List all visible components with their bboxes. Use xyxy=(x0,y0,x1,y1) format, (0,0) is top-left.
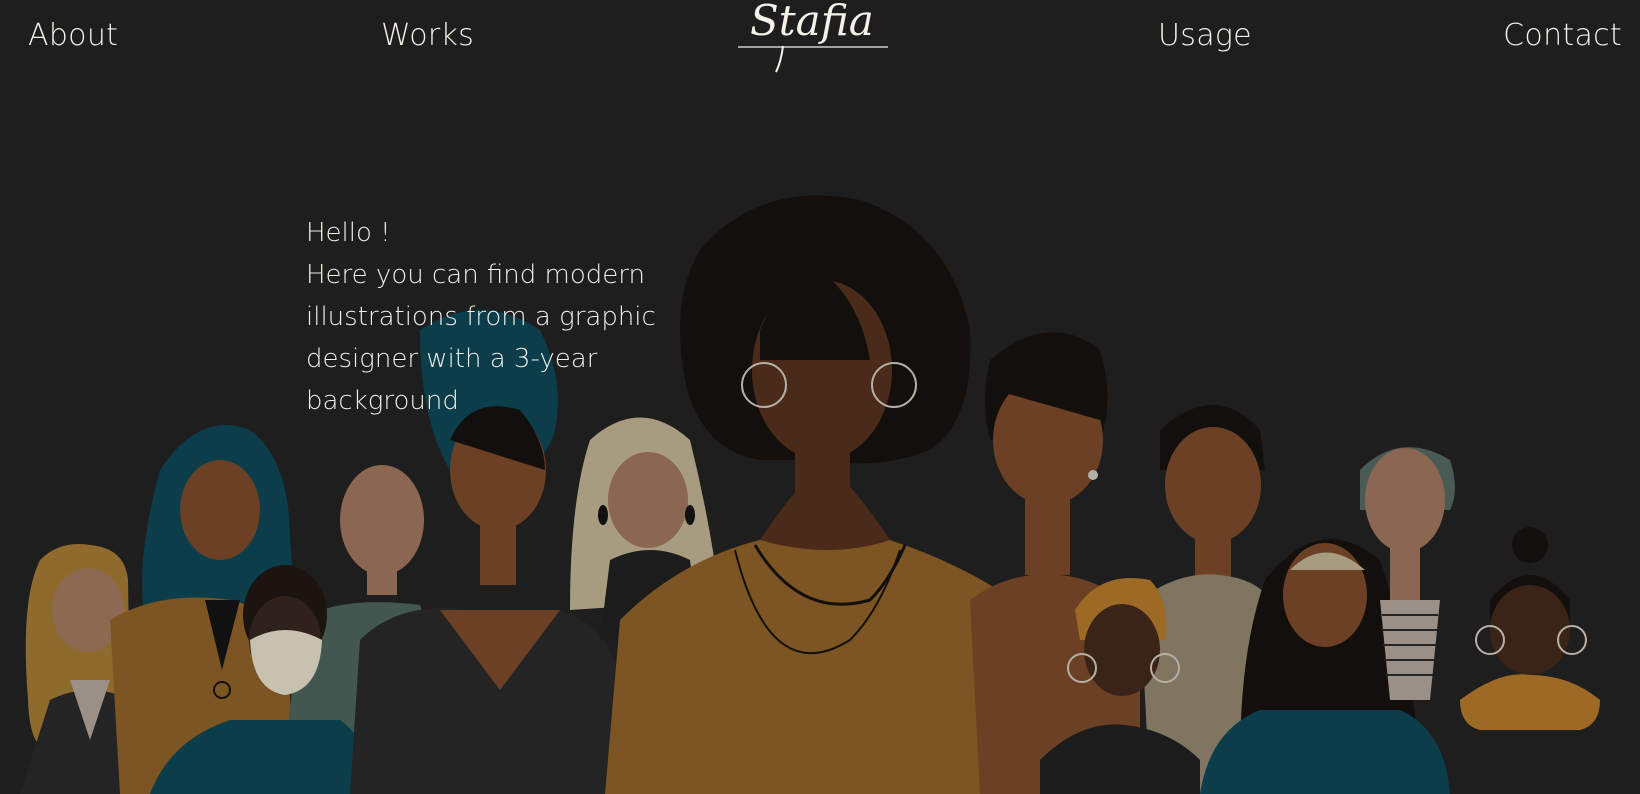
logo-underline-icon xyxy=(738,45,888,73)
nav-works-link[interactable]: Works xyxy=(381,18,474,53)
nav-contact-link[interactable]: Contact xyxy=(1503,18,1622,53)
intro-text: Hello ! Here you can find modern illustr… xyxy=(306,212,666,422)
site-logo[interactable]: Stafia xyxy=(736,0,890,74)
intro-body: Here you can find modern illustrations f… xyxy=(306,260,656,416)
nav-usage-link[interactable]: Usage xyxy=(1158,18,1252,53)
intro-greeting: Hello ! xyxy=(306,218,391,248)
woman-top-bun-icon xyxy=(1460,527,1600,730)
nav-about-link[interactable]: About xyxy=(28,18,118,53)
group-of-women-illustration-icon xyxy=(20,195,1600,794)
